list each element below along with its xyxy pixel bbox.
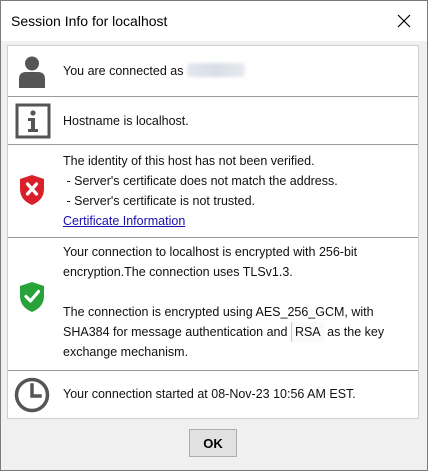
identity-text: The identity of this host has not been v… (63, 151, 338, 231)
key-exchange-algorithm: RSA (290, 322, 324, 342)
encryption-line-1: Your connection to localhost is encrypte… (63, 245, 358, 259)
hostname-text: Hostname is localhost. (63, 114, 189, 128)
encryption-line-4-pre: SHA384 for message authentication and (63, 325, 288, 339)
green-shield-check-icon (17, 280, 47, 314)
identity-line-2: - Server's certificate does not match th… (63, 174, 338, 188)
ok-button[interactable]: OK (189, 429, 237, 457)
connected-as-label: You are connected as (63, 64, 184, 78)
encryption-text: Your connection to localhost is encrypte… (63, 242, 384, 362)
dialog-title: Session Info for localhost (11, 13, 168, 29)
session-info-panel: You are connected as Hostname is localho… (7, 45, 419, 419)
session-info-dialog: Session Info for localhost You are conne… (0, 0, 428, 471)
encryption-line-4-post: as the key (323, 325, 385, 339)
clock-icon (13, 376, 51, 414)
redacted-username (187, 63, 246, 77)
identity-line-1: The identity of this host has not been v… (63, 154, 315, 168)
user-row: You are connected as (8, 46, 418, 97)
certificate-information-link[interactable]: Certificate Information (63, 211, 338, 231)
connection-start-text: Your connection started at 08-Nov-23 10:… (63, 387, 356, 401)
person-icon (15, 55, 49, 89)
hostname-row: Hostname is localhost. (8, 97, 418, 145)
connected-as-text: You are connected as (63, 61, 246, 81)
time-row: Your connection started at 08-Nov-23 10:… (8, 371, 418, 419)
encryption-line-5: exchange mechanism. (63, 345, 189, 359)
encryption-row: Your connection to localhost is encrypte… (8, 238, 418, 371)
close-icon (397, 14, 411, 28)
encryption-line-3: The connection is encrypted using AES_25… (63, 305, 374, 319)
red-shield-x-icon (17, 173, 47, 207)
encryption-line-4: SHA384 for message authentication and RS… (63, 322, 384, 342)
identity-line-3: - Server's certificate is not trusted. (63, 194, 256, 208)
encryption-line-2: encryption.The connection uses TLSv1.3. (63, 265, 293, 279)
info-icon (15, 103, 51, 139)
identity-row: The identity of this host has not been v… (8, 145, 418, 238)
close-button[interactable] (381, 1, 427, 41)
title-bar: Session Info for localhost (1, 1, 427, 41)
